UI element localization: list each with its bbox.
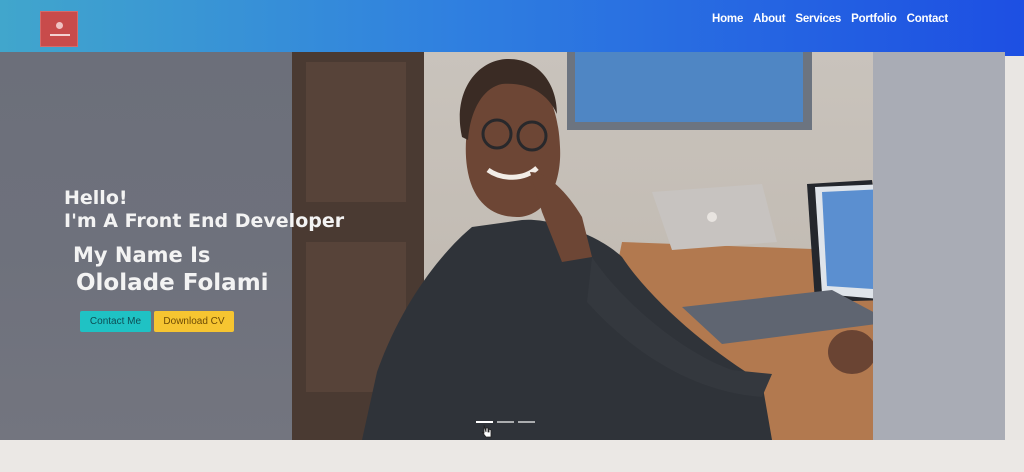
hero-greeting: Hello! xyxy=(64,187,128,209)
hero-name: Ololade Folami xyxy=(76,270,269,296)
carousel-indicator-1[interactable] xyxy=(476,421,493,423)
nav-portfolio[interactable]: Portfolio xyxy=(851,13,897,25)
nav-contact[interactable]: Contact xyxy=(907,13,949,25)
nav-services[interactable]: Services xyxy=(795,13,841,25)
logo-mark xyxy=(56,22,63,29)
hero-name-intro: My Name Is xyxy=(73,243,211,267)
contact-me-button[interactable]: Contact Me xyxy=(80,311,151,332)
navbar: Home About Services Portfolio Contact xyxy=(0,0,1024,56)
nav-home[interactable]: Home xyxy=(712,13,743,25)
main-nav: Home About Services Portfolio Contact xyxy=(712,13,948,25)
hero-carousel: Hello! I'm A Front End Developer My Name… xyxy=(0,52,1005,440)
download-cv-button[interactable]: Download CV xyxy=(154,311,234,332)
logo-line xyxy=(50,34,70,36)
pointer-cursor-icon xyxy=(481,424,492,438)
logo-icon[interactable] xyxy=(40,11,78,47)
hero-buttons: Contact Me Download CV xyxy=(80,311,234,332)
hero-role: I'm A Front End Developer xyxy=(64,210,345,232)
hero-photo xyxy=(292,52,1005,440)
page-below-fold xyxy=(0,440,1024,472)
carousel-indicator-2[interactable] xyxy=(497,421,514,423)
carousel-indicators xyxy=(476,421,535,423)
hero-text: Hello! I'm A Front End Developer My Name… xyxy=(64,189,344,295)
nav-about[interactable]: About xyxy=(753,13,785,25)
carousel-indicator-3[interactable] xyxy=(518,421,535,423)
